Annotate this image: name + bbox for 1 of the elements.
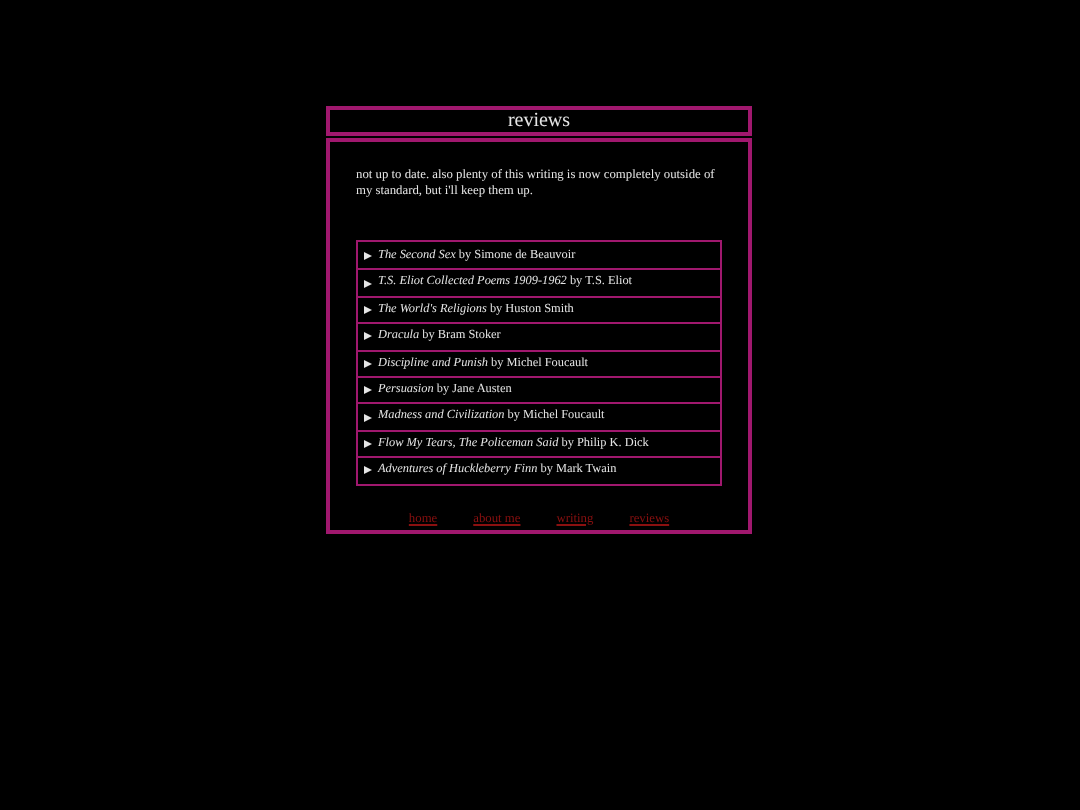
page-title: reviews: [507, 111, 571, 131]
